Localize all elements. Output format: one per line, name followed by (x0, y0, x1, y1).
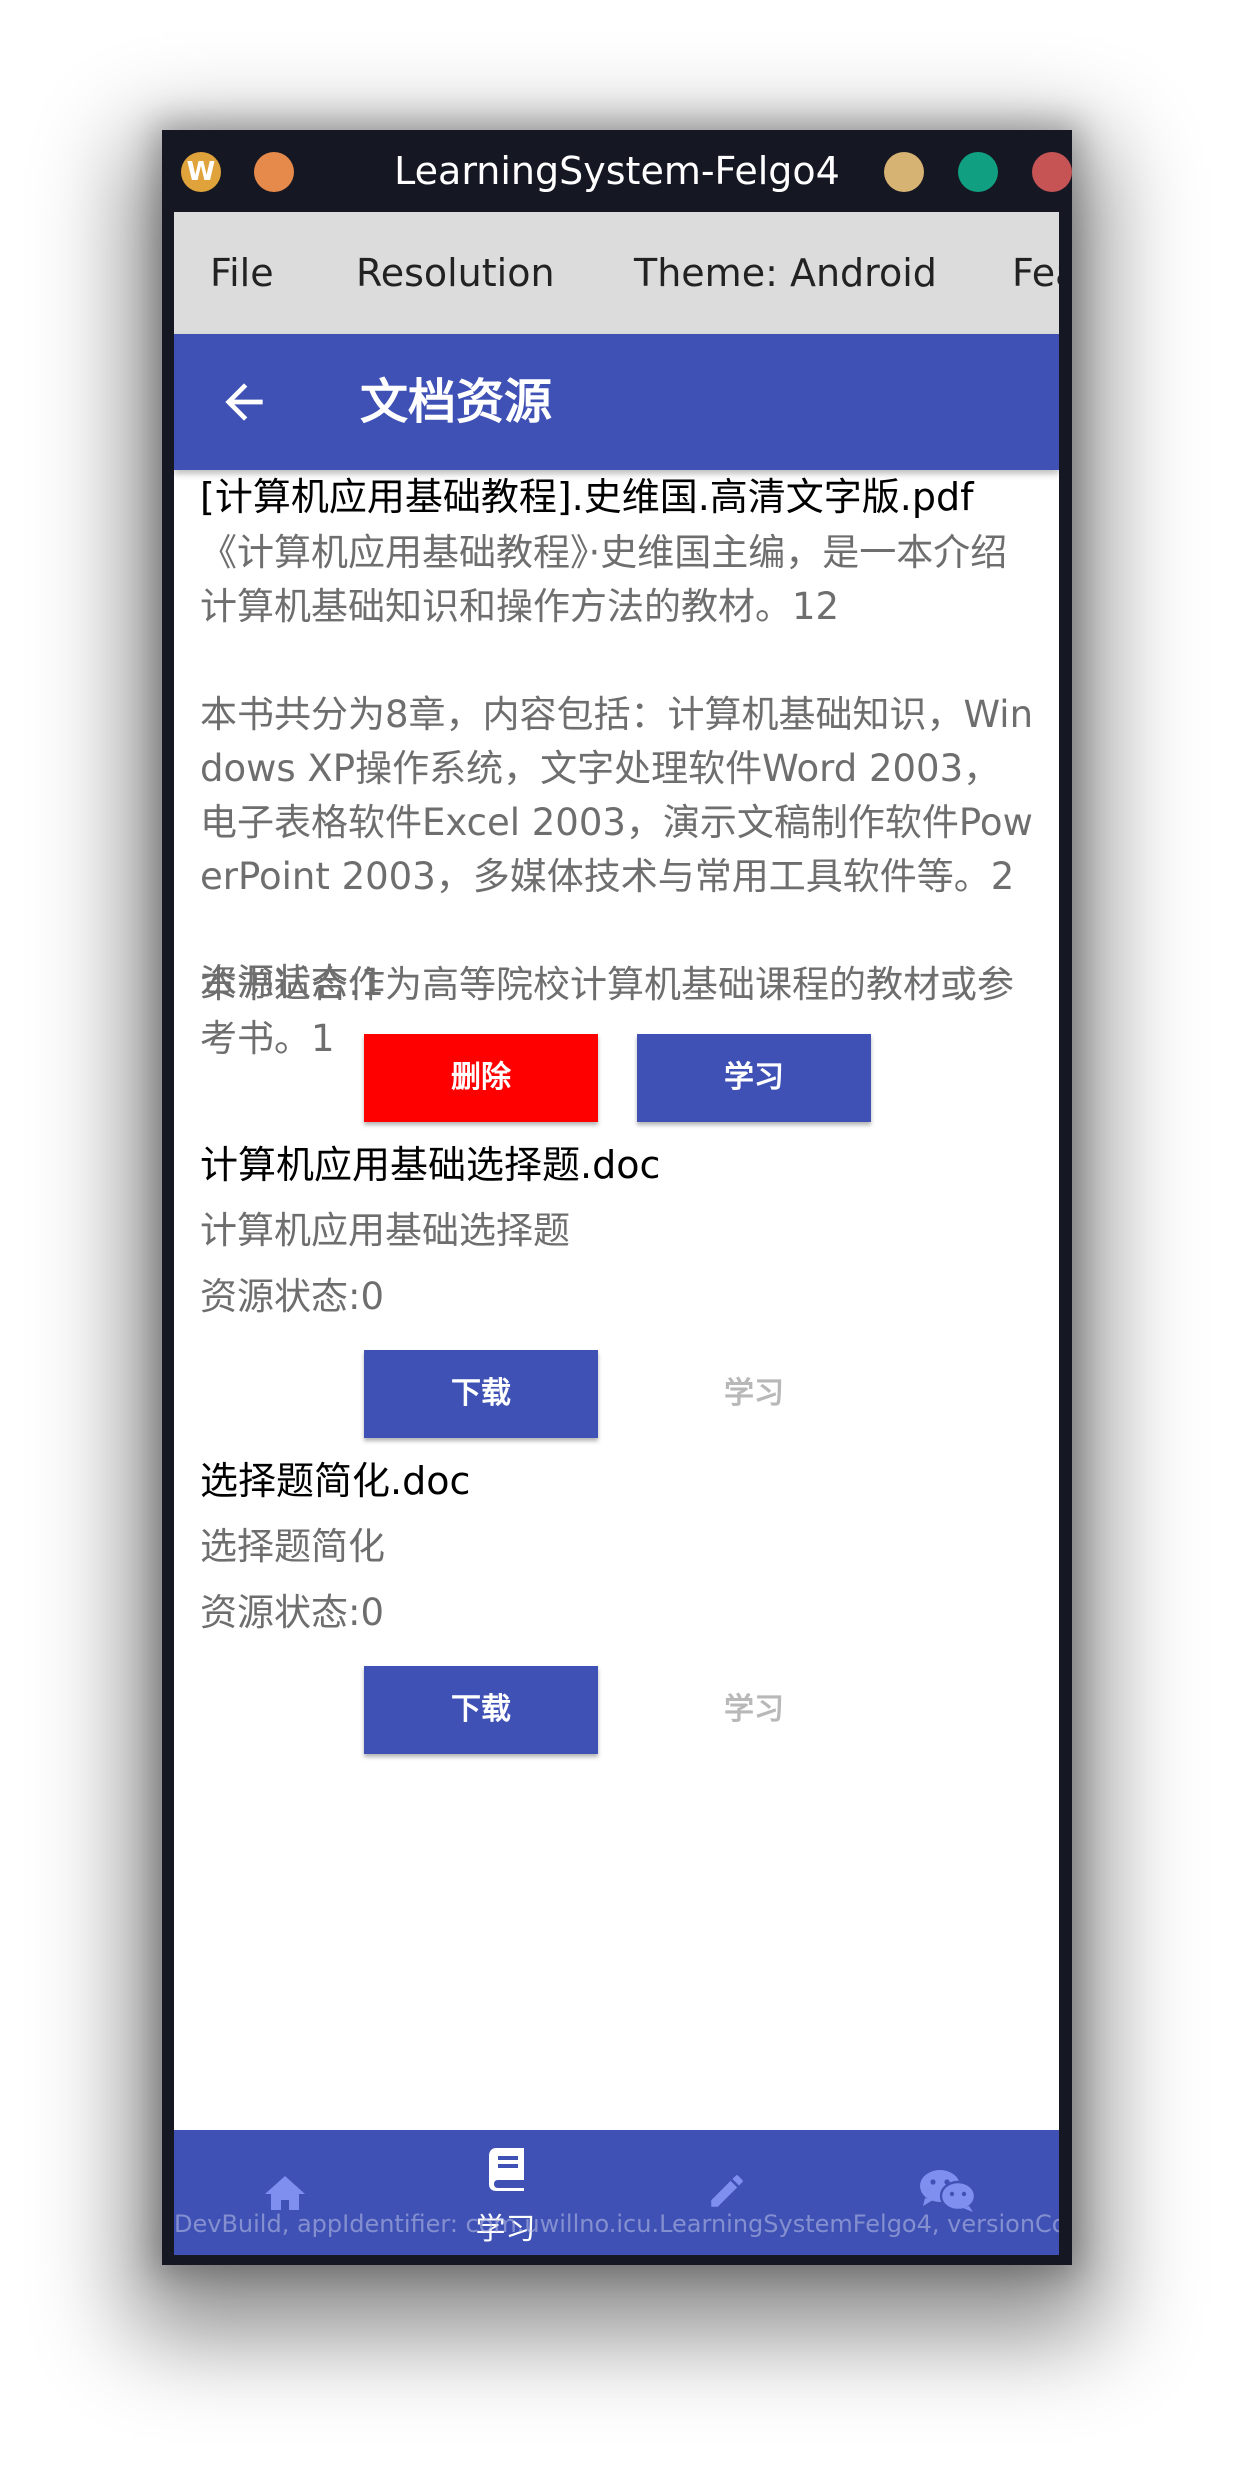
download-button[interactable]: 下载 (364, 1666, 598, 1754)
arrow-left-icon[interactable] (216, 374, 272, 430)
download-button[interactable]: 下载 (364, 1350, 598, 1438)
resource-status: 资源状态:1 (200, 961, 385, 1004)
wechat-icon (919, 2170, 976, 2212)
window-title: LearningSystem-Felgo4 (394, 149, 840, 193)
menu-resolution[interactable]: Resolution (356, 212, 555, 334)
minimize-button[interactable] (884, 152, 924, 192)
delete-button[interactable]: 删除 (364, 1034, 598, 1122)
menu-features[interactable]: Fea (1012, 212, 1059, 334)
resource-title[interactable]: [计算机应用基础教程].史维国.高清文字版.pdf (200, 470, 974, 524)
study-button[interactable]: 学习 (637, 1034, 871, 1122)
menu-bar: File Resolution Theme: Android Fea (174, 212, 1059, 334)
app-content: File Resolution Theme: Android Fea 文档资源 … (174, 212, 1059, 2255)
resource-list: [计算机应用基础教程].史维国.高清文字版.pdf 《计算机应用基础教程》·史维… (174, 470, 1059, 2130)
window-bottom-border (162, 2255, 1072, 2265)
book-icon (488, 2148, 524, 2191)
page-title: 文档资源 (360, 374, 553, 430)
home-icon (264, 2176, 305, 2210)
devbuild-info: DevBuild, appIdentifier: com.uwillno.icu… (174, 2210, 1059, 2238)
pencil-icon (710, 2175, 743, 2207)
resource-status: 资源状态:0 (200, 1275, 385, 1318)
title-bar[interactable]: W LearningSystem-Felgo4 (162, 130, 1072, 212)
resource-title[interactable]: 选择题简化.doc (200, 1454, 470, 1508)
app-window: W LearningSystem-Felgo4 File Resolution … (162, 130, 1072, 2265)
close-button[interactable] (1032, 152, 1072, 192)
menu-theme[interactable]: Theme: Android (634, 212, 937, 334)
study-button-disabled[interactable]: 学习 (637, 1350, 871, 1438)
resource-description: 选择题简化 (200, 1525, 385, 1568)
app-bar: 文档资源 (174, 334, 1059, 470)
resource-title[interactable]: 计算机应用基础选择题.doc (200, 1138, 660, 1192)
study-button-disabled[interactable]: 学习 (637, 1666, 871, 1754)
maximize-button[interactable] (958, 152, 998, 192)
menu-file[interactable]: File (210, 212, 274, 334)
resource-status: 资源状态:0 (200, 1591, 385, 1634)
resource-description: 计算机应用基础选择题 (200, 1209, 570, 1252)
